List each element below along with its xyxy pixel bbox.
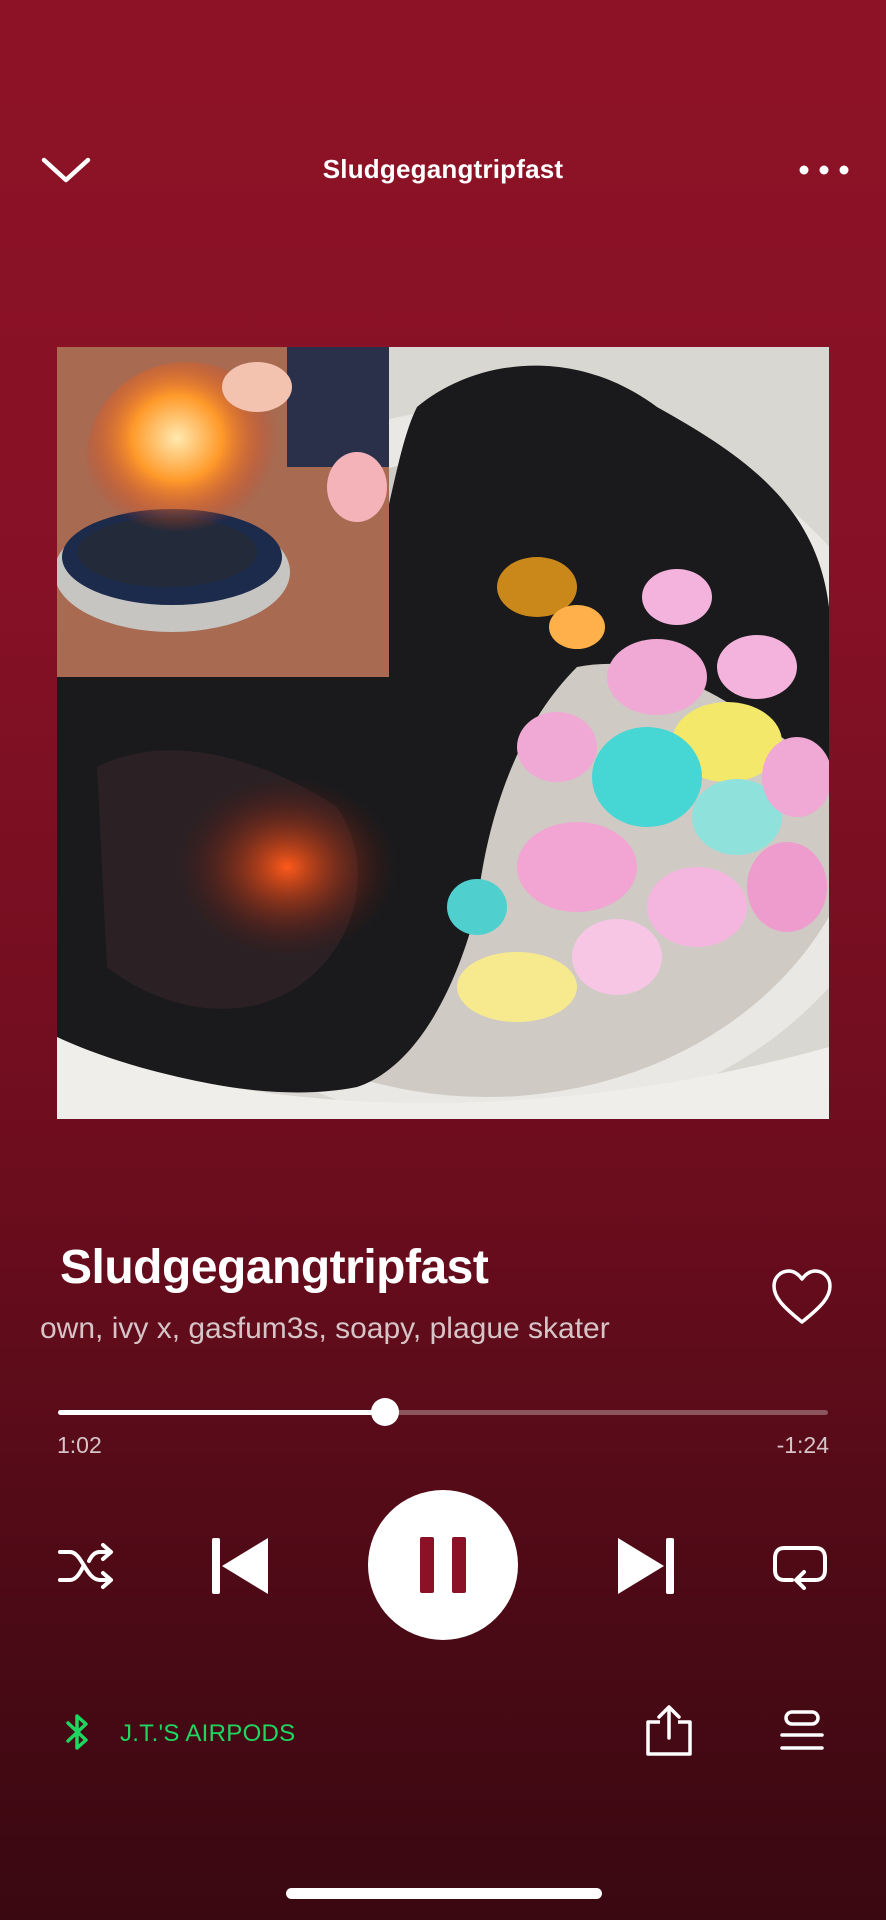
previous-button[interactable] <box>208 1534 272 1598</box>
more-horizontal-icon <box>799 165 849 175</box>
pause-button[interactable] <box>368 1490 518 1640</box>
pause-icon <box>420 1537 466 1593</box>
device-name[interactable]: J.T.'S AIRPODS <box>120 1720 296 1748</box>
queue-button[interactable] <box>778 1708 826 1754</box>
now-playing-header: Sludgegangtripfast <box>0 140 886 200</box>
time-remaining: -1:24 <box>776 1432 829 1458</box>
header-title: Sludgegangtripfast <box>322 154 564 184</box>
time-elapsed: 1:02 <box>57 1432 102 1458</box>
shuffle-icon <box>58 1543 113 1589</box>
skip-next-icon <box>618 1538 674 1594</box>
shuffle-button[interactable] <box>56 1540 116 1592</box>
playback-controls <box>0 1490 886 1640</box>
like-button[interactable] <box>770 1268 834 1328</box>
progress-thumb[interactable] <box>371 1398 400 1426</box>
next-button[interactable] <box>614 1534 678 1598</box>
bottom-row: J.T.'S AIRPODS <box>0 1700 886 1760</box>
skip-previous-icon <box>212 1538 268 1594</box>
share-button[interactable] <box>644 1704 694 1758</box>
progress-bar[interactable] <box>58 1398 828 1426</box>
connect-device-button[interactable] <box>64 1712 92 1752</box>
repeat-button[interactable] <box>770 1540 830 1592</box>
share-icon <box>646 1705 692 1756</box>
home-indicator[interactable] <box>286 1888 602 1899</box>
queue-icon <box>780 1710 824 1750</box>
album-art-image <box>57 347 829 1119</box>
track-artists[interactable]: own, ivy x, gasfum3s, soapy, plague skat… <box>40 1312 730 1346</box>
track-artists-text: own, ivy x, gasfum3s, soapy, plague skat… <box>40 1312 610 1345</box>
album-artwork <box>57 347 829 1119</box>
progress-fill <box>58 1410 386 1415</box>
heart-icon <box>772 1269 832 1324</box>
track-title: Sludgegangtripfast <box>60 1241 489 1294</box>
bluetooth-icon <box>66 1714 88 1750</box>
more-options-button[interactable] <box>798 158 850 182</box>
repeat-icon <box>773 1546 827 1590</box>
